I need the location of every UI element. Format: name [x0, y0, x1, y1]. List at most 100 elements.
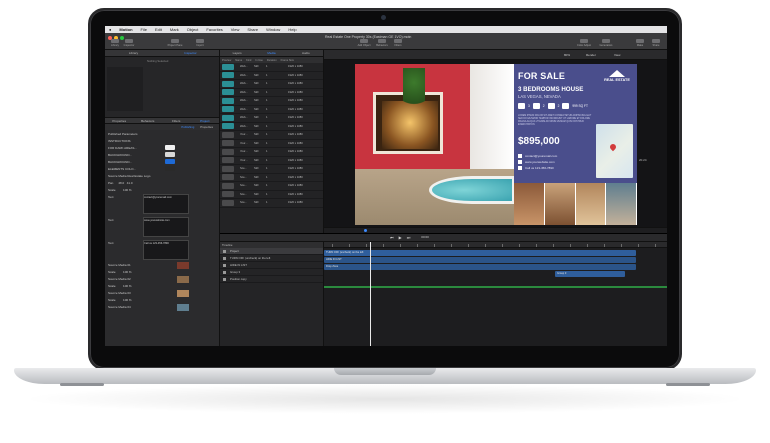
color-adjust-button[interactable]: Color Adjust	[575, 39, 593, 47]
menu-window[interactable]: Window	[266, 27, 280, 32]
media-row[interactable]: Your... Still 1 1920 x 1080	[220, 140, 323, 148]
media-row[interactable]: Sce... Still 1 1920 x 1080	[220, 191, 323, 199]
timeline-row[interactable]: Group 3	[220, 269, 323, 276]
media-row[interactable]: Web... Still 1 1920 x 1080	[220, 72, 323, 80]
inspector-button[interactable]: Inspector	[122, 39, 136, 47]
play-icon[interactable]: ▶	[399, 235, 402, 240]
menu-view[interactable]: View	[231, 27, 240, 32]
go-to-start-icon[interactable]: ⏮	[390, 235, 394, 240]
media-thumbnail[interactable]	[177, 304, 189, 311]
tab-audio[interactable]: Audio	[289, 50, 323, 56]
timeline-row[interactable]: HIDE IN LIST	[220, 262, 323, 269]
param-row[interactable]: INSTRUCTIONS	[105, 137, 219, 144]
media-row[interactable]: Your... Still 1 1920 x 1080	[220, 157, 323, 165]
laptop-notch	[334, 368, 436, 375]
source-media-row[interactable]: Source Media 02	[105, 275, 219, 282]
import-button[interactable]: Import	[193, 39, 207, 47]
param-row[interactable]: BACKGROUND...	[105, 158, 219, 165]
timeline-green-track[interactable]	[324, 286, 667, 288]
media-kind: Still	[254, 124, 259, 128]
param-row[interactable]: FOR DARK AREAS...	[105, 144, 219, 151]
menu-mark[interactable]: Mark	[170, 27, 179, 32]
zoom-level[interactable]: 80%	[564, 53, 570, 57]
render-menu[interactable]: Render	[586, 53, 596, 57]
project-pane-button[interactable]: Project Pane	[165, 39, 185, 47]
timeline-row[interactable]: TURN OFF (uncheck) on the left	[220, 255, 323, 262]
checkbox[interactable]	[223, 256, 226, 260]
color-swatch[interactable]	[165, 145, 175, 150]
source-media-row[interactable]: Source Media 03	[105, 289, 219, 296]
make-button[interactable]: Make	[633, 39, 647, 47]
media-in-use: 1	[266, 184, 268, 188]
text-field-web[interactable]: www.yourwebsite.com	[143, 217, 189, 237]
library-button[interactable]: Library	[108, 39, 122, 47]
media-row[interactable]: Web... Still 1 1920 x 1080	[220, 63, 323, 72]
apple-icon[interactable]: ●	[109, 27, 111, 32]
media-row[interactable]: Web... Still 1 1920 x 1080	[220, 123, 323, 131]
filters-button[interactable]: Filters	[391, 39, 405, 47]
tab-library[interactable]: Library	[105, 50, 162, 56]
media-row[interactable]: Sce... Still 1 1920 x 1080	[220, 182, 323, 191]
checkbox[interactable]	[223, 249, 226, 253]
scrubber-knob[interactable]	[364, 229, 367, 232]
color-swatch[interactable]	[165, 159, 175, 164]
add-object-button[interactable]: Add Object	[355, 39, 373, 47]
menu-motion[interactable]: Motion	[119, 27, 132, 32]
canvas-area[interactable]: 80% Render View FOR SALE REAL ESTATE 3 B…	[324, 50, 667, 233]
media-row[interactable]: Sce... Still 1 1920 x 1080	[220, 174, 323, 182]
scale-row[interactable]: Scale 100 %	[105, 296, 219, 303]
scale-row[interactable]: Scale 100 %	[105, 268, 219, 275]
menu-share[interactable]: Share	[247, 27, 258, 32]
menu-object[interactable]: Object	[187, 27, 199, 32]
share-button[interactable]: Share	[649, 39, 663, 47]
tab-media[interactable]: Media	[254, 50, 288, 56]
tab-project[interactable]: Project	[191, 118, 220, 123]
timeline-row[interactable]: Position copy	[220, 276, 323, 283]
source-media-row[interactable]: Source Media 04	[105, 303, 219, 310]
tab-filters[interactable]: Filters	[162, 118, 191, 123]
media-row[interactable]: Sce... Still 1 1920 x 1080	[220, 199, 323, 208]
text-field-email[interactable]: contact@youremail.com	[143, 194, 189, 214]
tab-properties[interactable]: Properties	[105, 118, 134, 123]
subtab-properties[interactable]: Properties	[200, 125, 213, 129]
color-swatch[interactable]	[165, 152, 175, 157]
library-list[interactable]	[107, 67, 143, 111]
checkbox[interactable]	[223, 277, 226, 281]
motion-app-window: ● Motion File Edit Mark Object Favorites…	[105, 26, 667, 346]
pan-row[interactable]: Pan 48.0 41.0	[105, 179, 219, 186]
color-swatch[interactable]	[165, 166, 175, 171]
menu-favorites[interactable]: Favorites	[206, 27, 222, 32]
subtab-publishing[interactable]: Publishing	[181, 125, 194, 129]
param-row[interactable]: Source Media Real Estate Logo	[105, 172, 219, 179]
menu-file[interactable]: File	[141, 27, 147, 32]
checkbox[interactable]	[223, 263, 226, 267]
menu-help[interactable]: Help	[288, 27, 296, 32]
media-row[interactable]: Web... Still 1 1920 x 1080	[220, 114, 323, 123]
media-row[interactable]: Web... Still 1 1920 x 1080	[220, 89, 323, 97]
scale-row[interactable]: Scale 100 %	[105, 186, 219, 193]
media-row[interactable]: Sce... Still 1 1920 x 1080	[220, 165, 323, 174]
tab-layers[interactable]: Layers	[220, 50, 254, 56]
checkbox[interactable]	[223, 270, 226, 274]
tab-inspector[interactable]: Inspector	[162, 50, 219, 56]
tab-behaviors[interactable]: Behaviors	[134, 118, 163, 123]
source-media-row[interactable]: Source Media 01	[105, 261, 219, 268]
menu-edit[interactable]: Edit	[155, 27, 162, 32]
generators-button[interactable]: Generators	[597, 39, 615, 47]
media-row[interactable]: Web... Still 1 1920 x 1080	[220, 80, 323, 89]
media-row[interactable]: Web... Still 1 1920 x 1080	[220, 106, 323, 114]
media-row[interactable]: Your... Still 1 1920 x 1080	[220, 131, 323, 140]
param-row[interactable]: BACKGROUND...	[105, 151, 219, 158]
timeline-ruler[interactable]	[324, 242, 667, 248]
go-to-end-icon[interactable]: ⏭	[407, 235, 411, 240]
timeline-bar[interactable]: Group 3	[555, 271, 625, 277]
text-field-phone[interactable]: Call us 123-456-7890	[143, 240, 189, 260]
media-row[interactable]: Web... Still 1 1920 x 1080	[220, 97, 323, 106]
timeline-row[interactable]: Project	[220, 248, 323, 255]
media-row[interactable]: Your... Still 1 1920 x 1080	[220, 148, 323, 157]
view-menu[interactable]: View	[614, 53, 620, 57]
param-row[interactable]: ELEMENTS COLO...	[105, 165, 219, 172]
playhead[interactable]	[370, 242, 371, 346]
scale-row[interactable]: Scale 100 %	[105, 282, 219, 289]
behaviors-button[interactable]: Behaviors	[373, 39, 391, 47]
